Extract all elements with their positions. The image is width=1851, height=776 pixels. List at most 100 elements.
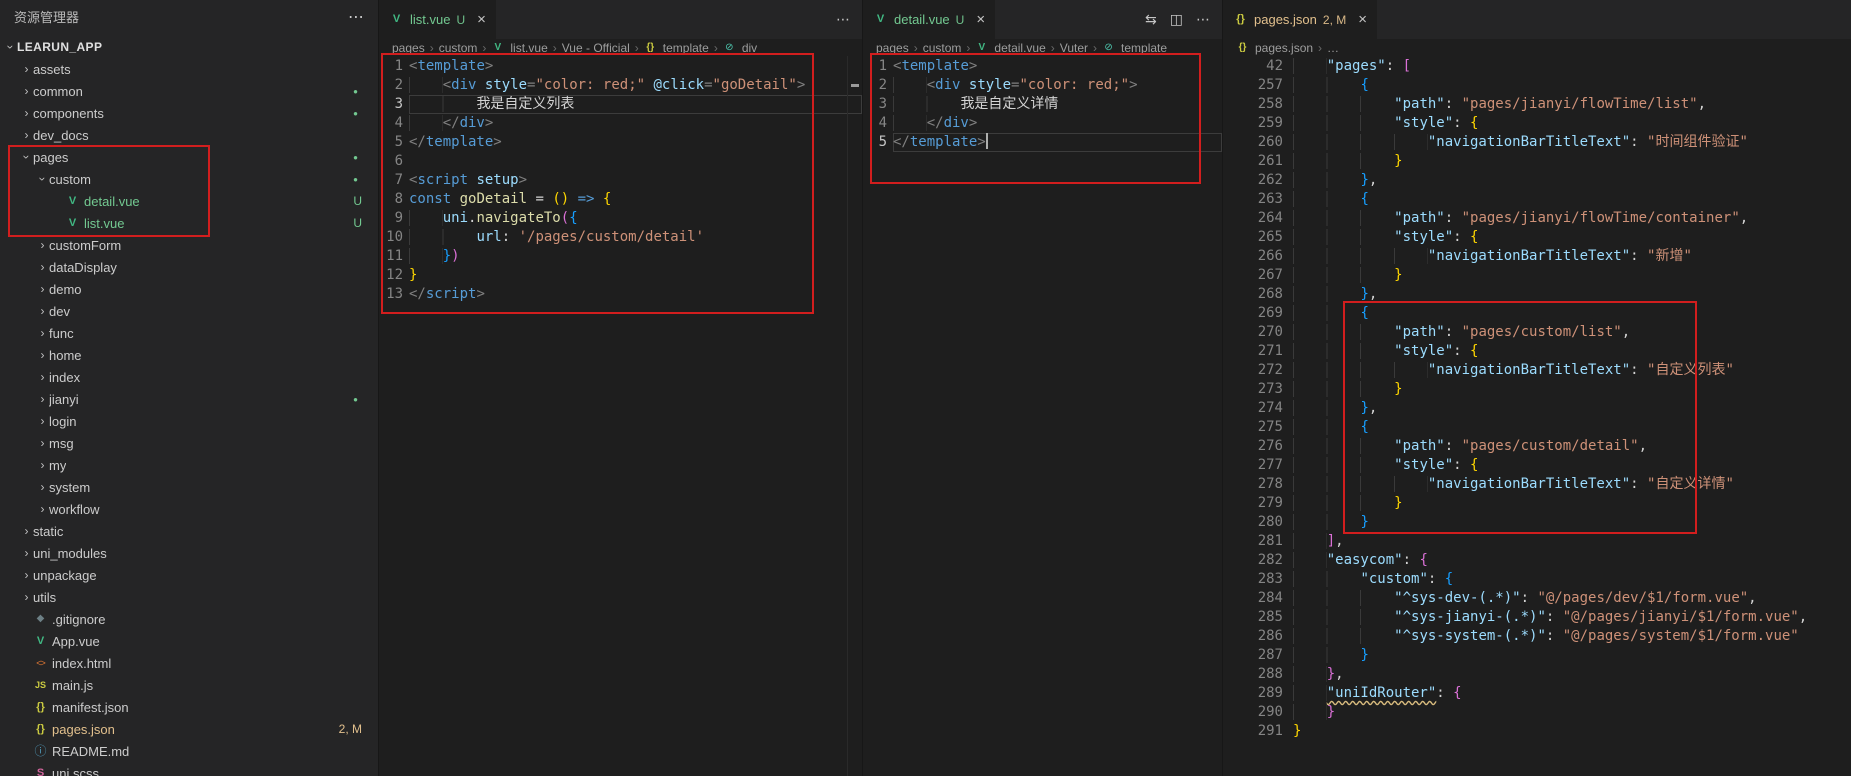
- code-line[interactable]: 1<template>: [863, 57, 1222, 76]
- tree-item-utils[interactable]: ›utils: [0, 586, 378, 608]
- code-line[interactable]: 260 "navigationBarTitleText": "时间组件验证": [1223, 133, 1851, 152]
- more-actions-icon[interactable]: ⋯: [348, 7, 364, 27]
- breadcrumb-item-template[interactable]: template: [1121, 41, 1167, 55]
- tree-item-common[interactable]: ›common●: [0, 80, 378, 102]
- tree-item-detail-vue[interactable]: Vdetail.vueU: [0, 190, 378, 212]
- tree-item-main-js[interactable]: JSmain.js: [0, 674, 378, 696]
- tree-item-gitignore[interactable]: ◆.gitignore: [0, 608, 378, 630]
- tree-item-custom[interactable]: ›custom●: [0, 168, 378, 190]
- code-line[interactable]: 271 "style": {: [1223, 342, 1851, 361]
- tab-pages-json[interactable]: {} pages.json 2, M ×: [1223, 0, 1378, 39]
- code-line[interactable]: 9 uni.navigateTo({: [379, 209, 862, 228]
- code-line[interactable]: 268 },: [1223, 285, 1851, 304]
- code-line[interactable]: 278 "navigationBarTitleText": "自定义详情": [1223, 475, 1851, 494]
- code-line[interactable]: 265 "style": {: [1223, 228, 1851, 247]
- code-line[interactable]: 269 {: [1223, 304, 1851, 323]
- tree-item-components[interactable]: ›components●: [0, 102, 378, 124]
- tree-item-login[interactable]: ›login: [0, 410, 378, 432]
- code-line[interactable]: 279 }: [1223, 494, 1851, 513]
- tree-item-app-vue[interactable]: VApp.vue: [0, 630, 378, 652]
- close-icon[interactable]: ×: [976, 12, 985, 27]
- tree-item-index-html[interactable]: <>index.html: [0, 652, 378, 674]
- tree-item-system[interactable]: ›system: [0, 476, 378, 498]
- tree-item-index[interactable]: ›index: [0, 366, 378, 388]
- tab-detail-vue[interactable]: V detail.vue U ×: [863, 0, 996, 39]
- code-line[interactable]: 3 我是自定义列表: [379, 95, 862, 114]
- close-icon[interactable]: ×: [477, 12, 486, 27]
- overview-ruler[interactable]: [847, 56, 862, 776]
- code-line[interactable]: 8const goDetail = () => {: [379, 190, 862, 209]
- tree-item-my[interactable]: ›my: [0, 454, 378, 476]
- tree-item-home[interactable]: ›home: [0, 344, 378, 366]
- breadcrumb-item-vue-official[interactable]: Vue - Official: [562, 41, 630, 55]
- code-line[interactable]: 3 我是自定义详情: [863, 95, 1222, 114]
- breadcrumb-item-pages[interactable]: pages: [876, 41, 909, 55]
- tree-item-unpackage[interactable]: ›unpackage: [0, 564, 378, 586]
- code-line[interactable]: 284 "^sys-dev-(.*)": "@/pages/dev/$1/for…: [1223, 589, 1851, 608]
- tree-item-learun-app[interactable]: ›LEARUN_APP: [0, 36, 378, 58]
- more-actions-icon[interactable]: ⋯: [1196, 11, 1210, 28]
- code-line[interactable]: 267 }: [1223, 266, 1851, 285]
- split-editor-icon[interactable]: ◫: [1170, 11, 1183, 28]
- tree-item-static[interactable]: ›static: [0, 520, 378, 542]
- code-line[interactable]: 286 "^sys-system-(.*)": "@/pages/system/…: [1223, 627, 1851, 646]
- tree-item-manifest-json[interactable]: {}manifest.json: [0, 696, 378, 718]
- breadcrumb-item-custom[interactable]: custom: [923, 41, 962, 55]
- breadcrumb-item-custom[interactable]: custom: [439, 41, 478, 55]
- tree-item-list-vue[interactable]: Vlist.vueU: [0, 212, 378, 234]
- code-line[interactable]: 4 </div>: [379, 114, 862, 133]
- code-line[interactable]: 6: [379, 152, 862, 171]
- code-line[interactable]: 5</template>: [379, 133, 862, 152]
- code-line[interactable]: 11 }): [379, 247, 862, 266]
- tree-item-jianyi[interactable]: ›jianyi●: [0, 388, 378, 410]
- tree-item-func[interactable]: ›func: [0, 322, 378, 344]
- breadcrumb-item-[interactable]: …: [1327, 41, 1339, 55]
- code-line[interactable]: 281 ],: [1223, 532, 1851, 551]
- tree-item-dev[interactable]: ›dev: [0, 300, 378, 322]
- tree-item-uni-modules[interactable]: ›uni_modules: [0, 542, 378, 564]
- code-line[interactable]: 259 "style": {: [1223, 114, 1851, 133]
- code-line[interactable]: 10 url: '/pages/custom/detail': [379, 228, 862, 247]
- tree-item-msg[interactable]: ›msg: [0, 432, 378, 454]
- breadcrumb-item-list-vue[interactable]: list.vue: [510, 41, 547, 55]
- code-line[interactable]: 274 },: [1223, 399, 1851, 418]
- breadcrumb-item-detail-vue[interactable]: detail.vue: [994, 41, 1045, 55]
- code-editor-list-vue[interactable]: 1<template>2 <div style="color: red;" @c…: [379, 56, 862, 304]
- code-editor-detail-vue[interactable]: 1<template>2 <div style="color: red;">3 …: [863, 56, 1222, 152]
- code-line[interactable]: 12}: [379, 266, 862, 285]
- tree-item-readme-md[interactable]: ⓘREADME.md: [0, 740, 378, 762]
- code-line[interactable]: 288 },: [1223, 665, 1851, 684]
- code-line[interactable]: 289 "uniIdRouter": {: [1223, 684, 1851, 703]
- code-line[interactable]: 13</script>: [379, 285, 862, 304]
- breadcrumb-item-pages-json[interactable]: pages.json: [1255, 41, 1313, 55]
- code-line[interactable]: 273 }: [1223, 380, 1851, 399]
- breadcrumb-item-pages[interactable]: pages: [392, 41, 425, 55]
- code-line[interactable]: 2 <div style="color: red;">: [863, 76, 1222, 95]
- code-line[interactable]: 1<template>: [379, 57, 862, 76]
- breadcrumb-item-template[interactable]: template: [663, 41, 709, 55]
- code-line[interactable]: 2 <div style="color: red;" @click="goDet…: [379, 76, 862, 95]
- code-line[interactable]: 257 {: [1223, 76, 1851, 95]
- code-line[interactable]: 275 {: [1223, 418, 1851, 437]
- tree-item-datadisplay[interactable]: ›dataDisplay: [0, 256, 378, 278]
- tree-item-pages-json[interactable]: {}pages.json2, M: [0, 718, 378, 740]
- compare-changes-icon[interactable]: ⇆: [1145, 11, 1157, 28]
- code-line[interactable]: 272 "navigationBarTitleText": "自定义列表": [1223, 361, 1851, 380]
- code-line[interactable]: 266 "navigationBarTitleText": "新增": [1223, 247, 1851, 266]
- breadcrumb-item-vuter[interactable]: Vuter: [1060, 41, 1088, 55]
- code-line[interactable]: 280 }: [1223, 513, 1851, 532]
- code-line[interactable]: 264 "path": "pages/jianyi/flowTime/conta…: [1223, 209, 1851, 228]
- close-icon[interactable]: ×: [1358, 12, 1367, 27]
- code-line[interactable]: 262 },: [1223, 171, 1851, 190]
- tree-item-customform[interactable]: ›customForm: [0, 234, 378, 256]
- code-line[interactable]: 287 }: [1223, 646, 1851, 665]
- code-line[interactable]: 261 }: [1223, 152, 1851, 171]
- code-line[interactable]: 263 {: [1223, 190, 1851, 209]
- code-line[interactable]: 291}: [1223, 722, 1851, 741]
- code-line[interactable]: 42 "pages": [: [1223, 57, 1851, 76]
- code-line[interactable]: 277 "style": {: [1223, 456, 1851, 475]
- tree-item-uni-scss[interactable]: Suni.scss: [0, 762, 378, 776]
- code-line[interactable]: 4 </div>: [863, 114, 1222, 133]
- code-line[interactable]: 5</template>: [863, 133, 1222, 152]
- tree-item-dev-docs[interactable]: ›dev_docs: [0, 124, 378, 146]
